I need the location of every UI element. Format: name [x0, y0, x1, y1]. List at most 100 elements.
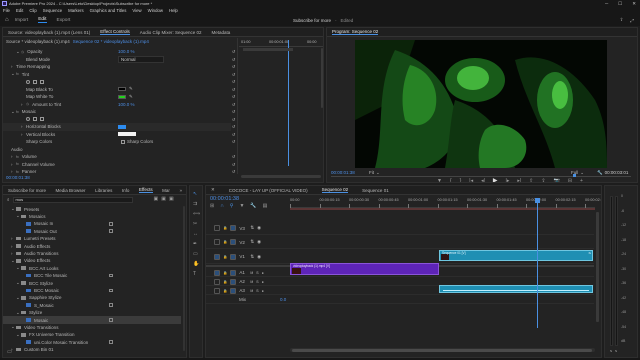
reset-parameter-icon[interactable]: ↺ — [232, 132, 235, 137]
sharp-colors-checkbox[interactable] — [121, 139, 125, 144]
effect-property-row[interactable]: › ◷ Amount to Tint 100.0 % ↺ — [3, 101, 235, 109]
effect-property-row[interactable]: › fx Channel Volume ↺ — [3, 161, 235, 169]
reset-parameter-icon[interactable]: ↺ — [232, 117, 235, 122]
track-target-button[interactable] — [230, 239, 237, 245]
rectangle-mask-icon[interactable] — [33, 79, 37, 84]
fx-toggle-icon[interactable]: fx — [16, 162, 19, 166]
voiceover-icon[interactable]: ● — [262, 271, 264, 275]
program-timecode[interactable]: 00:00:01:38 — [331, 170, 355, 175]
mark-in-icon[interactable]: { — [450, 178, 452, 182]
reset-parameter-icon[interactable]: ↺ — [232, 162, 235, 167]
tab-effect-controls[interactable]: Effect Controls — [100, 29, 130, 35]
tab-metadata[interactable]: Metadata — [212, 30, 231, 35]
step-forward-icon[interactable]: |▸ — [506, 178, 510, 182]
32bit-filter-icon[interactable]: ▣ — [161, 197, 166, 202]
close-icon[interactable]: ✕ — [211, 187, 215, 193]
solo-right-button[interactable]: S — [615, 349, 617, 353]
stopwatch-icon[interactable]: ◷ — [26, 102, 29, 106]
lock-track-icon[interactable]: 🔒 — [223, 271, 227, 275]
source-patch-button[interactable] — [214, 287, 220, 294]
effects-search-input[interactable]: mos — [12, 196, 133, 203]
comparison-view-icon[interactable]: ⊟ — [568, 178, 572, 182]
menu-help[interactable]: Help — [169, 8, 178, 13]
sync-lock-icon[interactable]: ⇅ — [250, 225, 254, 231]
reset-parameter-icon[interactable]: ↺ — [232, 169, 235, 174]
fx-toggle-icon[interactable]: fx — [16, 110, 19, 114]
tab-info[interactable]: Info — [122, 188, 130, 193]
source-patch-button[interactable] — [214, 253, 220, 260]
voiceover-icon[interactable]: ● — [262, 280, 264, 284]
menu-window[interactable]: Window — [148, 8, 163, 13]
tab-sequence-01[interactable]: Sequence 01 — [362, 188, 389, 193]
razor-tool-icon[interactable]: ✂ — [193, 222, 200, 227]
effect-property-row[interactable]: ⌄ fx Mosaic ↺ — [3, 108, 235, 116]
tab-sequence-official-video[interactable]: COCOCE - LAY UP (OFFICIAL VIDEO) — [229, 188, 308, 193]
fullscreen-icon[interactable]: ⤢ — [630, 18, 634, 23]
effect-controls-timecode[interactable]: 00:00:01:38 — [6, 175, 30, 180]
effect-controls-scrollbar[interactable] — [321, 48, 323, 108]
effect-property-row[interactable]: Map White To ✎ ↺ — [3, 93, 235, 101]
workspace-import[interactable]: Import — [15, 18, 29, 23]
fx-toggle-icon[interactable]: fx — [16, 155, 19, 159]
program-playhead-marker[interactable] — [573, 174, 576, 177]
type-tool-icon[interactable]: T — [193, 272, 200, 277]
tab-effects[interactable]: Effects — [138, 187, 153, 193]
minimize-icon[interactable]: ─ — [605, 1, 608, 6]
track-target-button[interactable] — [230, 253, 237, 260]
reset-parameter-icon[interactable]: ↺ — [232, 72, 235, 77]
mix-volume-value[interactable]: 0.0 — [280, 297, 286, 302]
eye-icon[interactable]: ◉ — [257, 225, 261, 231]
timeline-timecode[interactable]: 00:00:01:38 — [210, 196, 239, 202]
linked-selection-icon[interactable]: ⚲ — [230, 204, 234, 209]
timeline-horizontal-scrollbar[interactable] — [290, 348, 595, 352]
timeline-vertical-scrollbar[interactable] — [596, 212, 599, 322]
lock-track-icon[interactable]: 🔒 — [223, 280, 227, 284]
step-back-icon[interactable]: ◂| — [481, 178, 485, 182]
program-scrub-bar[interactable] — [331, 176, 631, 177]
clip-sequence-01-video[interactable]: Sequence 01 [V] fx — [439, 250, 593, 261]
effects-tree-item[interactable]: › Custom Bin 01 — [3, 346, 181, 354]
reset-parameter-icon[interactable]: ↺ — [232, 109, 235, 114]
reset-parameter-icon[interactable]: ↺ — [232, 49, 235, 54]
effect-property-row[interactable]: › Vertical Blocks ↺ — [3, 131, 235, 139]
selection-tool-icon[interactable]: ↖ — [193, 192, 200, 197]
reset-parameter-icon[interactable]: ↺ — [232, 79, 235, 84]
go-to-out-icon[interactable]: ▸| — [517, 178, 521, 182]
insert-sequence-nest-icon[interactable]: ⊞ — [210, 204, 214, 209]
new-bin-icon[interactable]: ▭ — [7, 350, 12, 355]
tab-markers[interactable]: Mar — [162, 188, 170, 193]
rectangle-mask-icon[interactable] — [33, 117, 37, 122]
pen-mask-icon[interactable] — [40, 79, 44, 84]
solo-left-button[interactable]: S — [610, 349, 612, 353]
effect-property-row[interactable]: Blend Mode Normal ↺ — [3, 55, 235, 64]
menu-edit[interactable]: Edit — [16, 8, 23, 13]
ellipse-mask-icon[interactable] — [26, 117, 30, 122]
timeline-playhead-handle[interactable] — [535, 198, 540, 203]
clip-sequence-01-audio[interactable] — [439, 285, 593, 293]
blend-mode-dropdown[interactable]: Normal — [118, 55, 164, 63]
reset-parameter-icon[interactable]: ↺ — [232, 139, 235, 144]
track-target-button[interactable] — [230, 278, 237, 285]
maximize-icon[interactable]: ☐ — [618, 1, 622, 7]
snap-icon[interactable]: ∩ — [220, 204, 224, 209]
effects-scrollbar[interactable] — [183, 206, 185, 351]
source-patch-button[interactable] — [214, 225, 220, 231]
effect-property-row[interactable]: ⌄ fx Tint ↺ — [3, 71, 235, 79]
effect-property-value[interactable]: 100.0 % — [118, 49, 135, 54]
export-frame-icon[interactable]: 📷 — [554, 178, 560, 182]
effect-property-row[interactable]: ↺ — [3, 78, 235, 86]
eyedropper-icon[interactable]: ✎ — [129, 86, 133, 92]
stopwatch-icon[interactable]: ◷ — [21, 50, 24, 54]
sequence-clip-label[interactable]: Sequence 02 * videoplayback (1).mp4 — [73, 39, 149, 44]
workspace-export[interactable]: Export — [57, 18, 71, 23]
map-white-color-swatch[interactable] — [118, 94, 126, 99]
sync-lock-icon[interactable]: ⇅ — [250, 254, 254, 260]
lock-track-icon[interactable]: 🔒 — [223, 226, 227, 230]
rectangle-tool-icon[interactable]: ▭ — [193, 252, 200, 257]
reset-parameter-icon[interactable]: ↺ — [232, 124, 235, 129]
reset-parameter-icon[interactable]: ↺ — [232, 94, 235, 99]
track-target-button[interactable] — [230, 287, 237, 294]
tab-overflow[interactable]: » — [179, 188, 182, 193]
voiceover-icon[interactable]: ● — [262, 289, 264, 293]
keyframe-zoom-scrollbar[interactable] — [241, 175, 321, 178]
